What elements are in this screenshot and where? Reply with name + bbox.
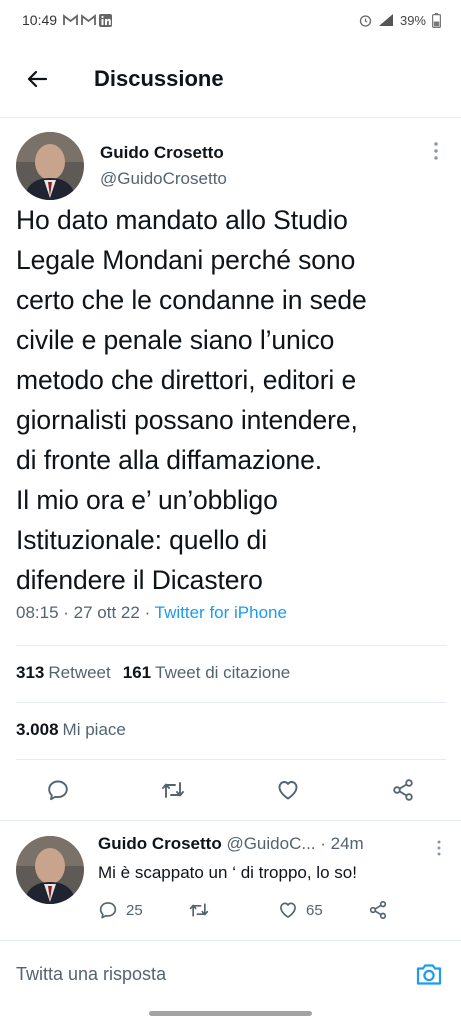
- more-vertical-icon: [434, 142, 438, 160]
- tweet-time: 08:15: [16, 603, 59, 622]
- author-info: Guido Crosetto @GuidoCrosetto: [100, 143, 227, 189]
- reply-more-button[interactable]: [431, 836, 447, 860]
- reply-input[interactable]: [16, 963, 413, 985]
- alarm-icon: [359, 14, 372, 27]
- retweet-button[interactable]: [115, 772, 230, 808]
- likes-label: Mi piace: [62, 720, 126, 739]
- reply-header: Guido Crosetto @GuidoC... · 24m: [98, 834, 428, 854]
- compose-bar: [0, 944, 461, 1004]
- meta-separator: ·: [144, 603, 155, 622]
- quotes-count: 161: [122, 663, 152, 682]
- retweet-stats: 313 Retweet 161 Tweet di citazione: [16, 663, 290, 683]
- page-title: Discussione: [94, 66, 224, 91]
- tweet-more-button[interactable]: [426, 136, 446, 166]
- meta-divider: [16, 645, 446, 646]
- tweet-source-link[interactable]: Twitter for iPhone: [155, 603, 287, 622]
- tweet-text: Ho dato mandato allo Studio Legale Monda…: [16, 205, 367, 595]
- reply-like-count: 65: [306, 901, 323, 919]
- reply-author-handle[interactable]: @GuidoC...: [226, 834, 315, 853]
- reply-icon: [99, 902, 117, 919]
- home-indicator[interactable]: [149, 1011, 312, 1016]
- profile-photo: [16, 836, 84, 904]
- likes-stats: 3.008 Mi piace: [16, 720, 126, 740]
- author-handle[interactable]: @GuidoCrosetto: [100, 169, 227, 189]
- more-vertical-icon: [437, 840, 441, 856]
- reply-icon: [47, 780, 68, 801]
- share-button[interactable]: [346, 772, 461, 808]
- actions-divider: [0, 820, 461, 821]
- author-name[interactable]: Guido Crosetto: [100, 143, 227, 163]
- quotes-label: Tweet di citazione: [155, 663, 291, 682]
- reply-actions: 25 65: [98, 898, 398, 922]
- likes-stat[interactable]: 3.008 Mi piace: [16, 720, 126, 740]
- reply-age: · 24m: [320, 834, 364, 853]
- meta-separator: ·: [63, 603, 74, 622]
- share-icon: [393, 779, 414, 801]
- status-right: 39%: [359, 12, 441, 28]
- tweet-header: Guido Crosetto @GuidoCrosetto: [16, 130, 446, 202]
- retweets-label: Retweet: [48, 663, 111, 682]
- stats-divider: [16, 702, 446, 703]
- profile-photo: [16, 132, 84, 200]
- likes-divider: [16, 759, 446, 760]
- share-icon: [369, 901, 387, 920]
- retweets-stat[interactable]: 313 Retweet: [16, 663, 111, 683]
- header-divider: [0, 117, 461, 118]
- camera-icon: [416, 964, 442, 985]
- retweet-icon: [161, 782, 184, 798]
- camera-button[interactable]: [413, 958, 445, 990]
- reply-like-button[interactable]: 65: [278, 900, 368, 920]
- heart-icon: [278, 781, 298, 800]
- reply-text: Mi è scappato un ‘ di troppo, lo so!: [98, 863, 357, 882]
- status-time: 10:49: [22, 12, 58, 28]
- linkedin-icon: [99, 13, 113, 27]
- gmail-icon: [81, 14, 96, 25]
- retweets-count: 313: [16, 663, 45, 682]
- reply-retweet-button[interactable]: [188, 900, 278, 920]
- retweet-icon: [189, 903, 209, 917]
- like-button[interactable]: [231, 772, 346, 808]
- gmail-icon: [63, 14, 78, 25]
- signal-icon: [378, 14, 393, 26]
- status-bar: 10:49 39%: [0, 0, 461, 40]
- battery-percent: 39%: [399, 12, 426, 28]
- reply-button[interactable]: [0, 772, 115, 808]
- reply-divider: [0, 940, 461, 941]
- tweet-meta: 08:15 · 27 ott 22 · Twitter for iPhone: [16, 603, 287, 623]
- battery-icon: [432, 12, 441, 28]
- tweet-actions: [0, 772, 461, 808]
- reply-tweet[interactable]: Guido Crosetto @GuidoC... · 24m Mi è sca…: [0, 822, 461, 940]
- notification-icons: [63, 13, 113, 27]
- arrow-left-icon: [27, 70, 48, 88]
- reply-avatar[interactable]: [16, 836, 84, 904]
- reply-reply-button[interactable]: 25: [98, 900, 188, 920]
- top-bar: Discussione: [0, 40, 461, 118]
- back-button[interactable]: [22, 64, 52, 94]
- status-left: 10:49: [22, 12, 113, 28]
- reply-author-name[interactable]: Guido Crosetto: [98, 834, 222, 853]
- reply-share-button[interactable]: [368, 900, 388, 920]
- quotes-stat[interactable]: 161 Tweet di citazione: [123, 663, 291, 683]
- likes-count: 3.008: [16, 720, 59, 739]
- tweet-date: 27 ott 22: [73, 603, 140, 622]
- heart-icon: [280, 902, 296, 918]
- reply-reply-count: 25: [126, 901, 143, 919]
- avatar[interactable]: [16, 132, 84, 200]
